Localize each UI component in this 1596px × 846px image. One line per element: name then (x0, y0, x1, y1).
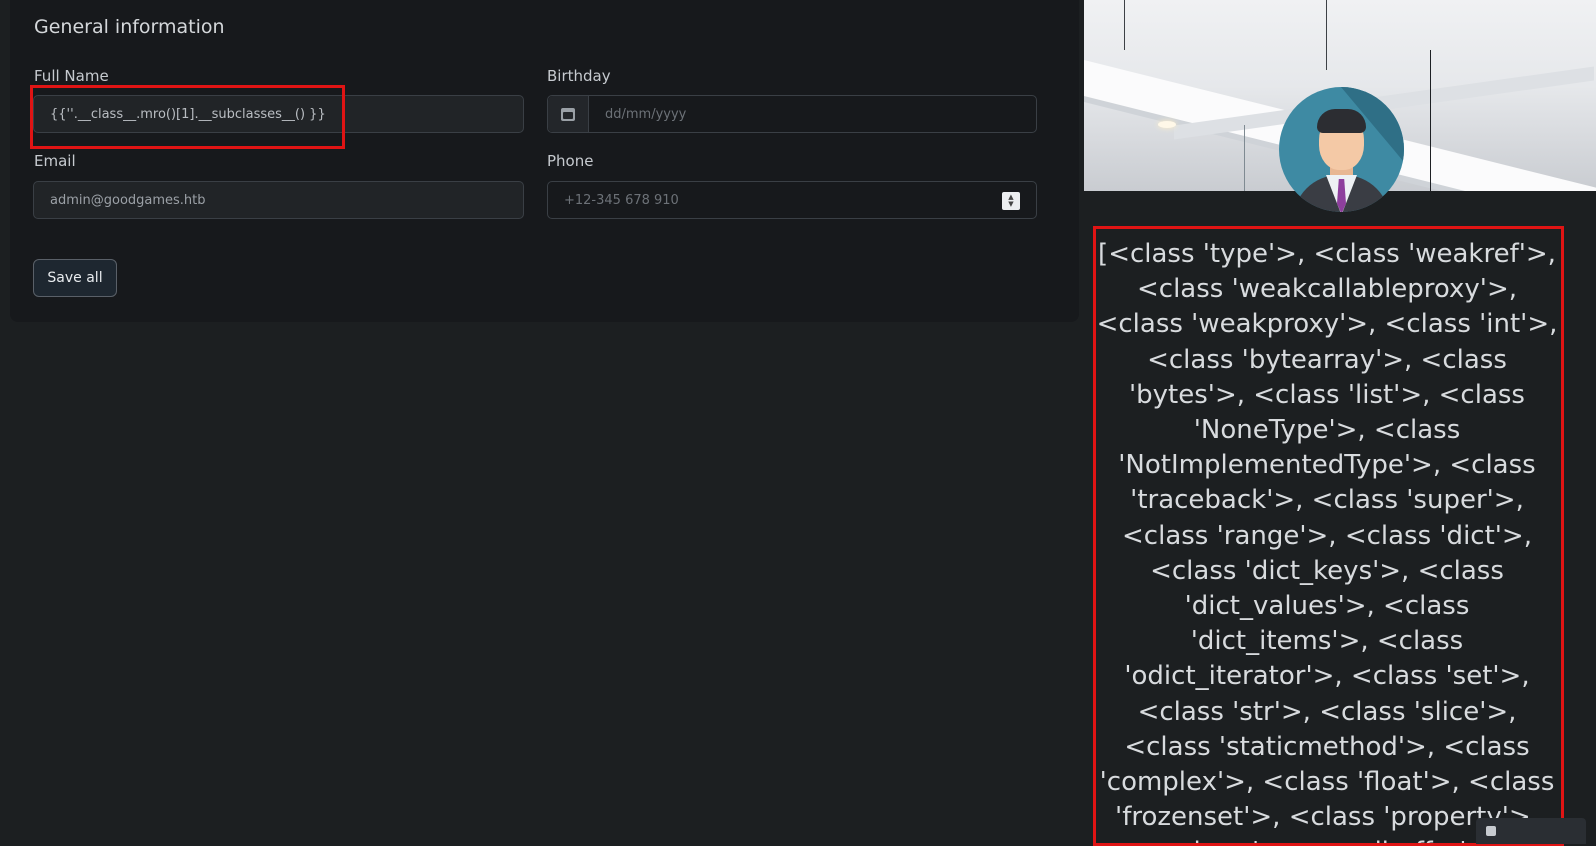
full-name-input[interactable]: {{''.__class__.mro()[1].__subclasses__()… (33, 95, 524, 133)
general-information-card (10, 0, 1079, 322)
rendered-name-output: [<class 'type'>, <class 'weakref'>, <cla… (1096, 239, 1558, 844)
floating-settings-button[interactable] (1476, 818, 1586, 844)
full-name-value: {{''.__class__.mro()[1].__subclasses__()… (50, 106, 326, 122)
full-name-label: Full Name (34, 67, 109, 85)
gear-icon (1486, 826, 1496, 836)
email-input[interactable]: admin@goodgames.htb (33, 181, 524, 219)
avatar (1279, 87, 1404, 212)
phone-placeholder: +12-345 678 910 (564, 192, 679, 208)
birthday-input[interactable]: dd/mm/yyyy (547, 95, 1037, 133)
birthday-placeholder: dd/mm/yyyy (605, 106, 687, 122)
email-label: Email (34, 152, 76, 170)
card-title: General information (34, 16, 225, 38)
phone-input[interactable]: +12-345 678 910 ▲ ▼ (547, 181, 1037, 219)
number-spinner[interactable]: ▲ ▼ (1002, 192, 1020, 210)
email-value: admin@goodgames.htb (50, 192, 206, 208)
calendar-addon[interactable] (548, 96, 589, 132)
birthday-label: Birthday (547, 67, 611, 85)
save-all-button[interactable]: Save all (33, 259, 117, 297)
phone-label: Phone (547, 152, 594, 170)
calendar-icon (561, 107, 575, 121)
ceiling-light-icon (1158, 121, 1176, 128)
